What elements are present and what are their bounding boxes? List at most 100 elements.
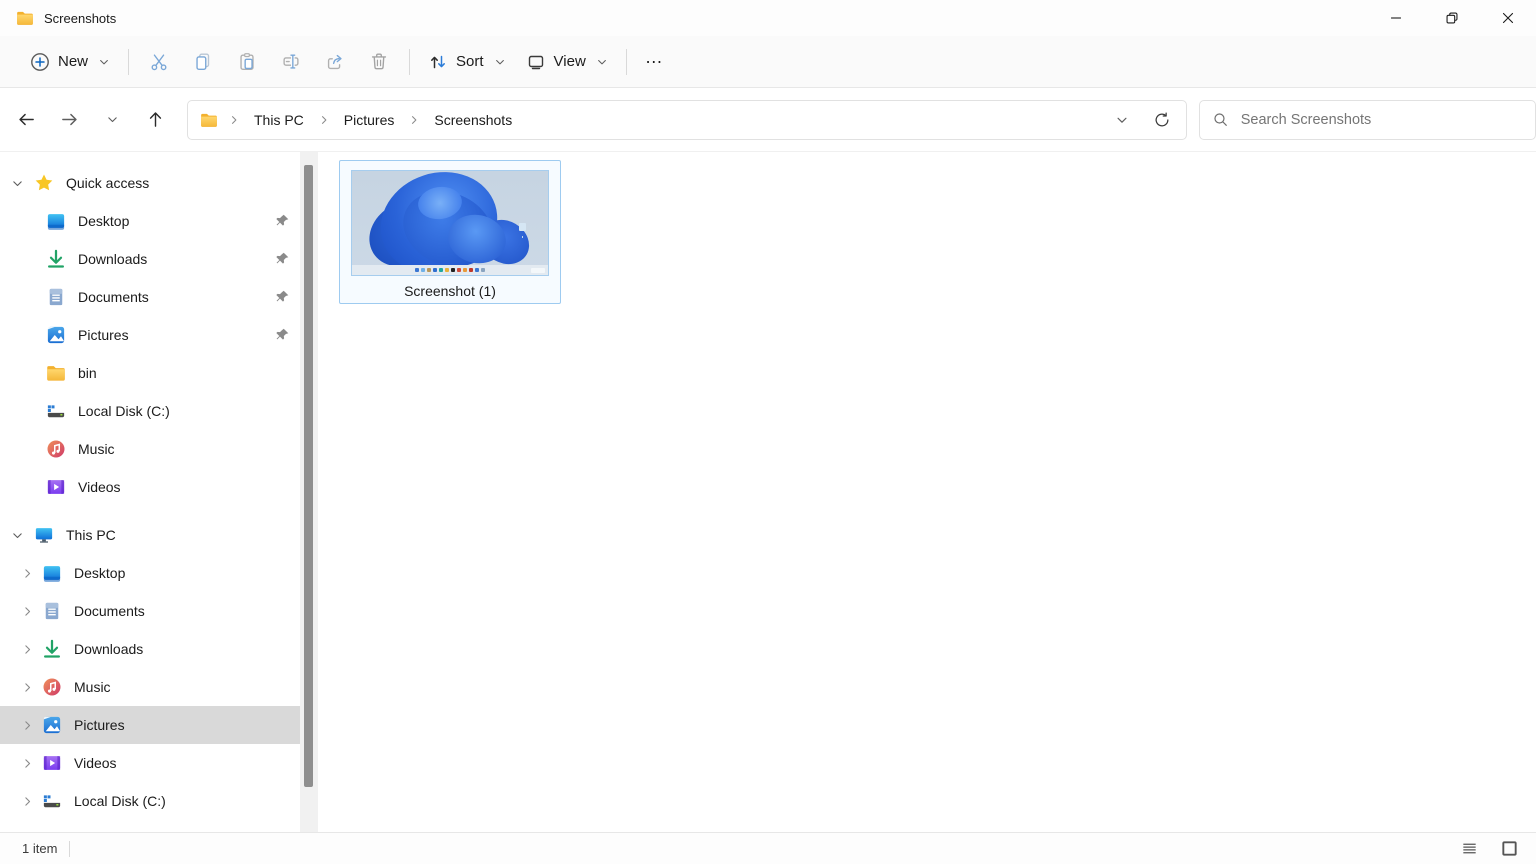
large-thumbnails-view-button[interactable]	[1496, 837, 1522, 861]
cut-button[interactable]	[137, 43, 181, 81]
sidebar-item-label: Desktop	[78, 213, 130, 229]
delete-button[interactable]	[357, 43, 401, 81]
music-icon	[42, 677, 62, 697]
chevron-right-icon[interactable]	[20, 719, 34, 732]
sidebar-item-label: Downloads	[74, 641, 144, 657]
restore-button[interactable]	[1424, 0, 1480, 36]
search-icon	[1212, 111, 1229, 128]
address-actions	[1104, 102, 1180, 138]
command-toolbar: New Sort View …	[0, 36, 1536, 88]
sidebar-item-music[interactable]: Music	[0, 430, 300, 468]
window-title: Screenshots	[44, 10, 117, 26]
paste-button[interactable]	[225, 43, 269, 81]
sidebar-item-downloads[interactable]: Downloads	[0, 240, 300, 278]
chevron-right-icon[interactable]	[20, 681, 34, 694]
sidebar-item-thispc-music[interactable]: Music	[0, 668, 300, 706]
file-thumbnail	[351, 170, 549, 276]
videos-icon	[42, 753, 62, 773]
sidebar-item-desktop[interactable]: Desktop	[0, 202, 300, 240]
chevron-right-icon[interactable]	[20, 567, 34, 580]
recent-locations-button[interactable]	[94, 102, 130, 138]
thumb-taskbar-dot	[469, 268, 473, 272]
view-button[interactable]: View	[516, 46, 618, 78]
share-icon	[324, 51, 346, 73]
sidebar-item-documents[interactable]: Documents	[0, 278, 300, 316]
forward-button[interactable]	[51, 102, 87, 138]
sidebar-item-local-disk[interactable]: Local Disk (C:)	[0, 392, 300, 430]
sidebar-section-quick-access[interactable]: Quick access	[0, 164, 300, 202]
chevron-right-icon[interactable]	[20, 605, 34, 618]
see-more-button[interactable]: …	[635, 47, 675, 76]
sort-arrows-icon	[428, 52, 448, 72]
thumb-taskbar-dot	[463, 268, 467, 272]
copy-button[interactable]	[181, 43, 225, 81]
sidebar-item-pictures[interactable]: Pictures	[0, 316, 300, 354]
sidebar-item-label: Documents	[74, 603, 145, 619]
view-icon	[526, 52, 546, 72]
breadcrumb-item-this-pc[interactable]: This PC	[246, 107, 312, 133]
file-tile-screenshot-1[interactable]: Screenshot (1)	[339, 160, 561, 304]
thumb-taskbar-dot	[427, 268, 431, 272]
minimize-button[interactable]	[1368, 0, 1424, 36]
sidebar-section-this-pc[interactable]: This PC	[0, 516, 300, 554]
minimize-icon	[1387, 9, 1405, 27]
breadcrumb-item-pictures[interactable]: Pictures	[336, 107, 403, 133]
previous-locations-button[interactable]	[1104, 102, 1140, 138]
breadcrumb-chevron-icon[interactable]	[406, 114, 422, 126]
cut-icon	[148, 51, 170, 73]
scrollbar-thumb[interactable]	[304, 165, 313, 787]
close-button[interactable]	[1480, 0, 1536, 36]
toolbar-divider	[128, 48, 130, 75]
sidebar-item-label: Documents	[78, 289, 149, 305]
chevron-down-icon	[106, 113, 119, 126]
new-button[interactable]: New	[20, 46, 120, 78]
sidebar-item-label: Music	[74, 679, 111, 695]
thumb-taskbar-dot	[445, 268, 449, 272]
chevron-right-icon[interactable]	[20, 757, 34, 770]
sort-button[interactable]: Sort	[418, 46, 516, 78]
sidebar-item-label: Music	[78, 441, 115, 457]
sidebar-item-thispc-desktop[interactable]: Desktop	[0, 554, 300, 592]
sidebar-item-bin[interactable]: bin	[0, 354, 300, 392]
back-button[interactable]	[8, 102, 44, 138]
sort-button-label: Sort	[456, 53, 484, 70]
thumb-taskbar-dot	[481, 268, 485, 272]
sidebar-item-thispc-documents[interactable]: Documents	[0, 592, 300, 630]
breadcrumb: This PC Pictures Screenshots	[200, 107, 1104, 133]
pin-icon	[275, 213, 290, 228]
breadcrumb-chevron-icon[interactable]	[226, 114, 242, 126]
sidebar-item-thispc-videos[interactable]: Videos	[0, 744, 300, 782]
pin-icon	[275, 251, 290, 266]
breadcrumb-item-screenshots[interactable]: Screenshots	[426, 107, 520, 133]
star-icon	[34, 173, 54, 193]
new-button-label: New	[58, 53, 89, 70]
chevron-right-icon[interactable]	[20, 795, 34, 808]
chevron-right-icon[interactable]	[20, 643, 34, 656]
rename-button[interactable]	[269, 43, 313, 81]
downloads-icon	[46, 249, 66, 269]
sidebar-item-videos[interactable]: Videos	[0, 468, 300, 506]
nav-buttons	[8, 102, 173, 138]
up-button[interactable]	[137, 102, 173, 138]
search-input[interactable]	[1240, 111, 1523, 128]
sidebar-item-thispc-downloads[interactable]: Downloads	[0, 630, 300, 668]
address-bar[interactable]: This PC Pictures Screenshots	[187, 99, 1187, 140]
thumb-taskbar-dot	[421, 268, 425, 272]
sidebar-item-label: Desktop	[74, 565, 126, 581]
explorer-body: Quick access Desktop Downloads Documents…	[0, 152, 1536, 832]
forward-arrow-icon	[60, 110, 79, 129]
thumbnail-system-tray	[531, 268, 545, 273]
sidebar-section-label: This PC	[66, 527, 116, 543]
thumb-taskbar-dot	[439, 268, 443, 272]
sidebar-item-thispc-pictures[interactable]: Pictures	[0, 706, 300, 744]
address-row: This PC Pictures Screenshots	[0, 88, 1536, 152]
breadcrumb-chevron-icon[interactable]	[316, 114, 332, 126]
share-button[interactable]	[313, 43, 357, 81]
chevron-down-icon[interactable]	[10, 177, 24, 190]
details-view-button[interactable]	[1456, 837, 1482, 861]
sidebar-item-thispc-local-disk[interactable]: Local Disk (C:)	[0, 782, 300, 820]
chevron-down-icon[interactable]	[10, 529, 24, 542]
sidebar-scrollbar[interactable]	[300, 152, 318, 832]
refresh-button[interactable]	[1144, 102, 1180, 138]
title-bar: Screenshots	[0, 0, 1536, 36]
